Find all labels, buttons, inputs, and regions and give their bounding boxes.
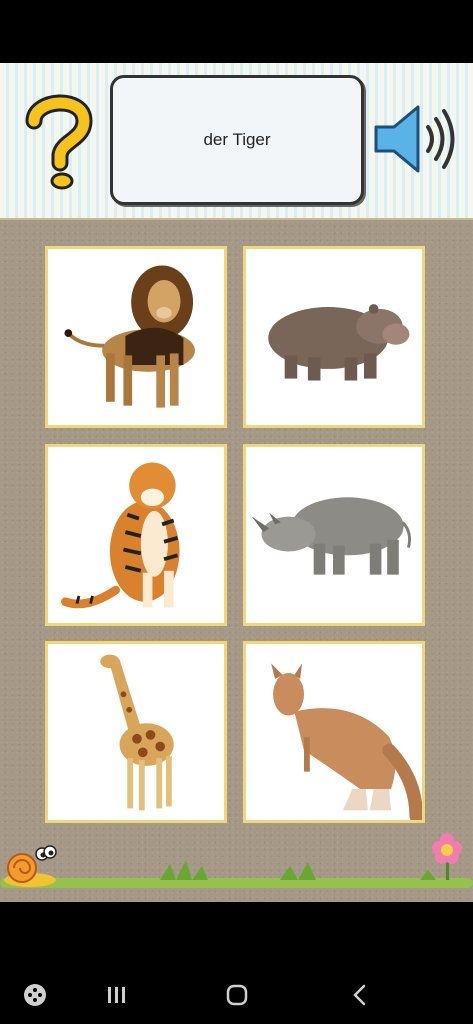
hippopotamus-image xyxy=(268,304,410,381)
status-bar xyxy=(0,0,473,63)
prompt-word: der Tiger xyxy=(203,130,271,149)
giraffe-image xyxy=(100,654,174,811)
lion-image xyxy=(64,265,195,408)
tile-tiger[interactable] xyxy=(45,444,227,626)
game-launcher-icon[interactable] xyxy=(20,980,50,1010)
tile-giraffe[interactable] xyxy=(45,641,227,823)
rhinoceros-image xyxy=(251,497,411,575)
system-navigation-bar xyxy=(0,960,473,1024)
back-icon[interactable] xyxy=(345,980,375,1010)
speaker-icon[interactable] xyxy=(372,103,458,175)
grass-decoration xyxy=(0,833,473,888)
home-icon[interactable] xyxy=(222,980,252,1010)
answer-board xyxy=(0,220,473,902)
recent-apps-icon[interactable] xyxy=(101,980,131,1010)
header: der Tiger xyxy=(0,63,473,220)
tile-rhinoceros[interactable] xyxy=(243,444,425,626)
snail-icon xyxy=(4,845,57,887)
tile-lion[interactable] xyxy=(45,246,227,428)
question-mark-icon[interactable] xyxy=(24,93,94,193)
tiger-image xyxy=(61,462,180,609)
word-prompt-card: der Tiger xyxy=(110,75,364,205)
tile-kangaroo[interactable] xyxy=(243,641,425,823)
flower-icon xyxy=(432,833,462,880)
tile-hippopotamus[interactable] xyxy=(243,246,425,428)
kangaroo-image xyxy=(271,663,422,820)
